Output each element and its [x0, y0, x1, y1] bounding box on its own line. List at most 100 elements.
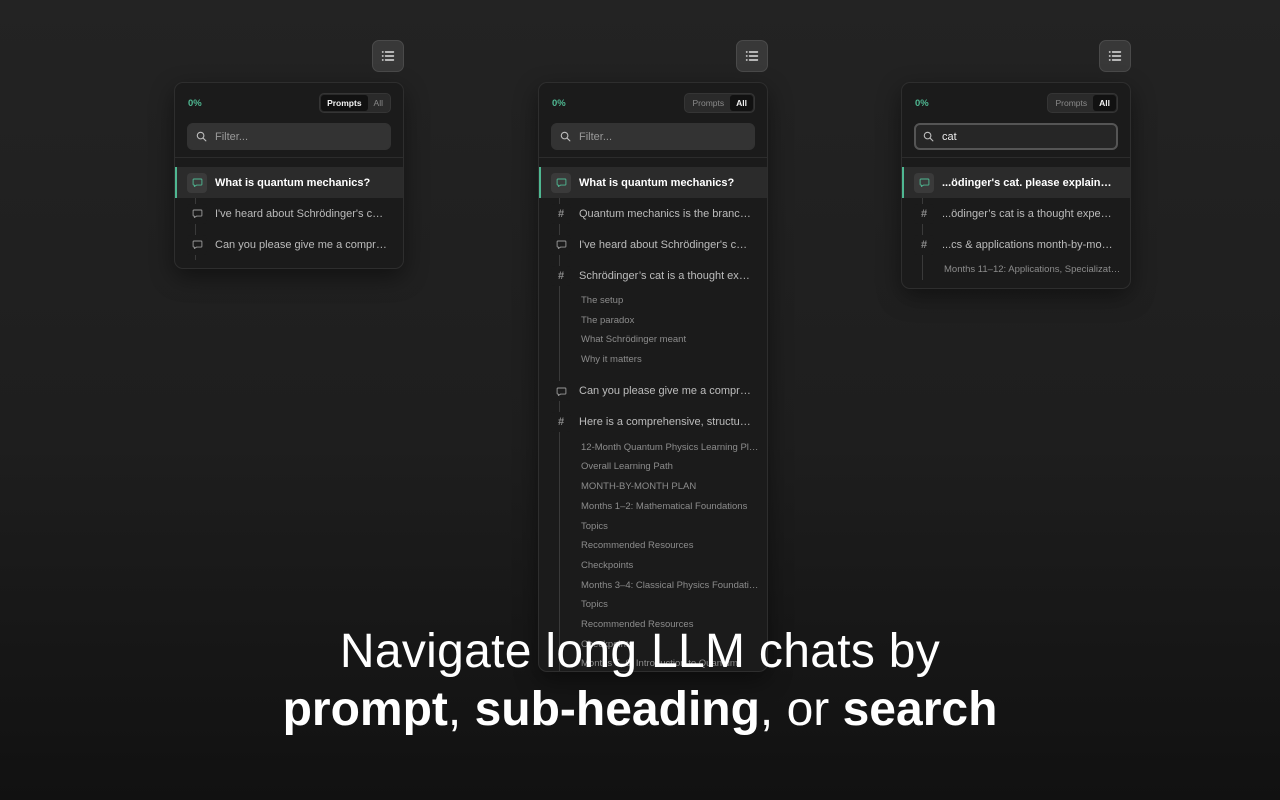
chat-bubble-icon: [919, 178, 929, 187]
heading-item[interactable]: # Schrödinger’s cat is a thought experim…: [539, 260, 767, 291]
item-label: ...cs & applications month-by-month: [942, 238, 1114, 251]
tab-prompts[interactable]: Prompts: [1049, 95, 1093, 111]
item-label: Here is a comprehensive, structured plan: [579, 416, 751, 429]
prompt-item[interactable]: I've heard about Schrödinger's cat. plea…: [175, 198, 403, 229]
heading-item[interactable]: # ...ödinger’s cat is a thought experime…: [902, 198, 1130, 229]
filter-input[interactable]: [215, 130, 385, 143]
subheading-item[interactable]: 12-Month Quantum Physics Learning Plan: [539, 438, 759, 458]
view-mode-toggle: Prompts All: [1047, 93, 1118, 113]
item-label: I've heard about Schrödinger's cat. plea…: [215, 207, 387, 220]
heading-hash-icon: #: [557, 416, 565, 429]
heading-item[interactable]: # ...cs & applications month-by-month: [902, 229, 1130, 260]
headline-word-subheading: sub-heading: [474, 683, 760, 736]
filter-box: [914, 123, 1118, 150]
prompt-item[interactable]: What is quantum mechanics?: [175, 167, 403, 198]
subheading-item[interactable]: The paradox: [539, 311, 759, 331]
prompt-icon: [551, 381, 571, 402]
heading-hash-icon: #: [920, 238, 928, 251]
list-icon: [1108, 51, 1122, 61]
outline-toggle-button[interactable]: [736, 40, 768, 72]
outline-panel-search: 0% Prompts All ...ödinger's cat. please …: [901, 82, 1131, 289]
heading-hash-icon: #: [557, 207, 565, 220]
heading-item[interactable]: # Quantum mechanics is the branch of phy…: [539, 198, 767, 229]
list-icon: [745, 51, 759, 61]
outline-list: What is quantum mechanics? I've heard ab…: [175, 167, 403, 268]
filter-input[interactable]: [942, 130, 1112, 143]
chat-bubble-icon: [556, 387, 566, 396]
heading-icon: #: [914, 234, 934, 255]
headline-line-1: Navigate long LLM chats by: [339, 625, 941, 678]
prompt-icon: [187, 234, 207, 255]
panel-header: 0% Prompts All: [539, 83, 767, 123]
subheading-item[interactable]: Months 1–2: Mathematical Foundations: [539, 497, 759, 517]
prompt-item[interactable]: ...ödinger's cat. please explain this: [902, 167, 1130, 198]
filter-input[interactable]: [579, 130, 749, 143]
heading-hash-icon: #: [920, 207, 928, 220]
item-label: Can you please give me a comprehensive l…: [579, 385, 751, 398]
subheading-item[interactable]: Topics: [539, 517, 759, 537]
outline-toggle-button[interactable]: [1099, 40, 1131, 72]
chat-bubble-icon: [192, 240, 202, 249]
prompt-icon: [914, 172, 934, 193]
heading-icon: #: [914, 203, 934, 224]
headline-separator: , or: [759, 683, 843, 736]
tab-all[interactable]: All: [368, 95, 389, 111]
item-label: ...ödinger's cat. please explain this: [942, 176, 1114, 189]
prompt-item[interactable]: What is quantum mechanics?: [539, 167, 767, 198]
prompt-icon: [551, 234, 571, 255]
outline-toggle-button[interactable]: [372, 40, 404, 72]
prompt-icon: [551, 172, 571, 193]
progress-percent: 0%: [188, 98, 202, 109]
outline-panel-prompts: 0% Prompts All What is quantum mechanics…: [174, 82, 404, 269]
headline-separator: ,: [447, 683, 475, 736]
panel-header: 0% Prompts All: [902, 83, 1130, 123]
subheading-item[interactable]: Recommended Resources: [539, 536, 759, 556]
divider: [902, 157, 1130, 158]
item-label: Can you please give me a comprehensive l…: [215, 238, 387, 251]
item-label: I've heard about Schrödinger's cat. plea…: [579, 238, 751, 251]
prompt-item[interactable]: I've heard about Schrödinger's cat. plea…: [539, 229, 767, 260]
search-icon: [196, 131, 207, 142]
heading-item[interactable]: # Here is a comprehensive, structured pl…: [539, 407, 767, 438]
chat-bubble-icon: [192, 178, 202, 187]
list-icon: [381, 51, 395, 61]
subheading-item[interactable]: What Schrödinger meant: [539, 330, 759, 350]
heading-icon: #: [551, 412, 571, 433]
subheading-item[interactable]: The setup: [539, 291, 759, 311]
view-mode-toggle: Prompts All: [684, 93, 755, 113]
tab-all[interactable]: All: [1093, 95, 1116, 111]
item-label: What is quantum mechanics?: [215, 176, 371, 189]
tab-all[interactable]: All: [730, 95, 753, 111]
tab-prompts[interactable]: Prompts: [321, 95, 368, 111]
subheading-item[interactable]: Months 3–4: Classical Physics Foundation…: [539, 576, 759, 596]
outline-panel-all: 0% Prompts All What is quantum mechanics…: [538, 82, 768, 672]
panel-header: 0% Prompts All: [175, 83, 403, 123]
tab-prompts[interactable]: Prompts: [686, 95, 730, 111]
headline-line-2: prompt, sub-heading, or search: [0, 682, 1280, 737]
subheading-item[interactable]: Checkpoints: [539, 556, 759, 576]
subheading-item[interactable]: Topics: [539, 595, 759, 615]
filter-box: [187, 123, 391, 150]
subheading-item[interactable]: Why it matters: [539, 350, 759, 370]
chat-bubble-icon: [192, 209, 202, 218]
prompt-item[interactable]: Can you please give me a comprehensive l…: [539, 376, 767, 407]
headline-word-search: search: [842, 683, 998, 736]
divider: [175, 157, 403, 158]
outline-list: What is quantum mechanics? # Quantum mec…: [539, 167, 767, 671]
filter-box: [551, 123, 755, 150]
subheading-item[interactable]: Months 11–12: Applications, Specializati…: [902, 260, 1122, 280]
progress-percent: 0%: [915, 98, 929, 109]
view-mode-toggle: Prompts All: [319, 93, 391, 113]
prompt-icon: [187, 203, 207, 224]
chat-bubble-icon: [556, 178, 566, 187]
subheading-item[interactable]: MONTH-BY-MONTH PLAN: [539, 477, 759, 497]
divider: [539, 157, 767, 158]
item-label: What is quantum mechanics?: [579, 176, 735, 189]
prompt-icon: [187, 172, 207, 193]
item-label: Schrödinger’s cat is a thought experimen…: [579, 269, 751, 282]
subheading-item[interactable]: Overall Learning Path: [539, 457, 759, 477]
search-icon: [923, 131, 934, 142]
prompt-item[interactable]: Can you please give me a comprehensive l…: [175, 229, 403, 260]
heading-hash-icon: #: [557, 269, 565, 282]
heading-icon: #: [551, 265, 571, 286]
